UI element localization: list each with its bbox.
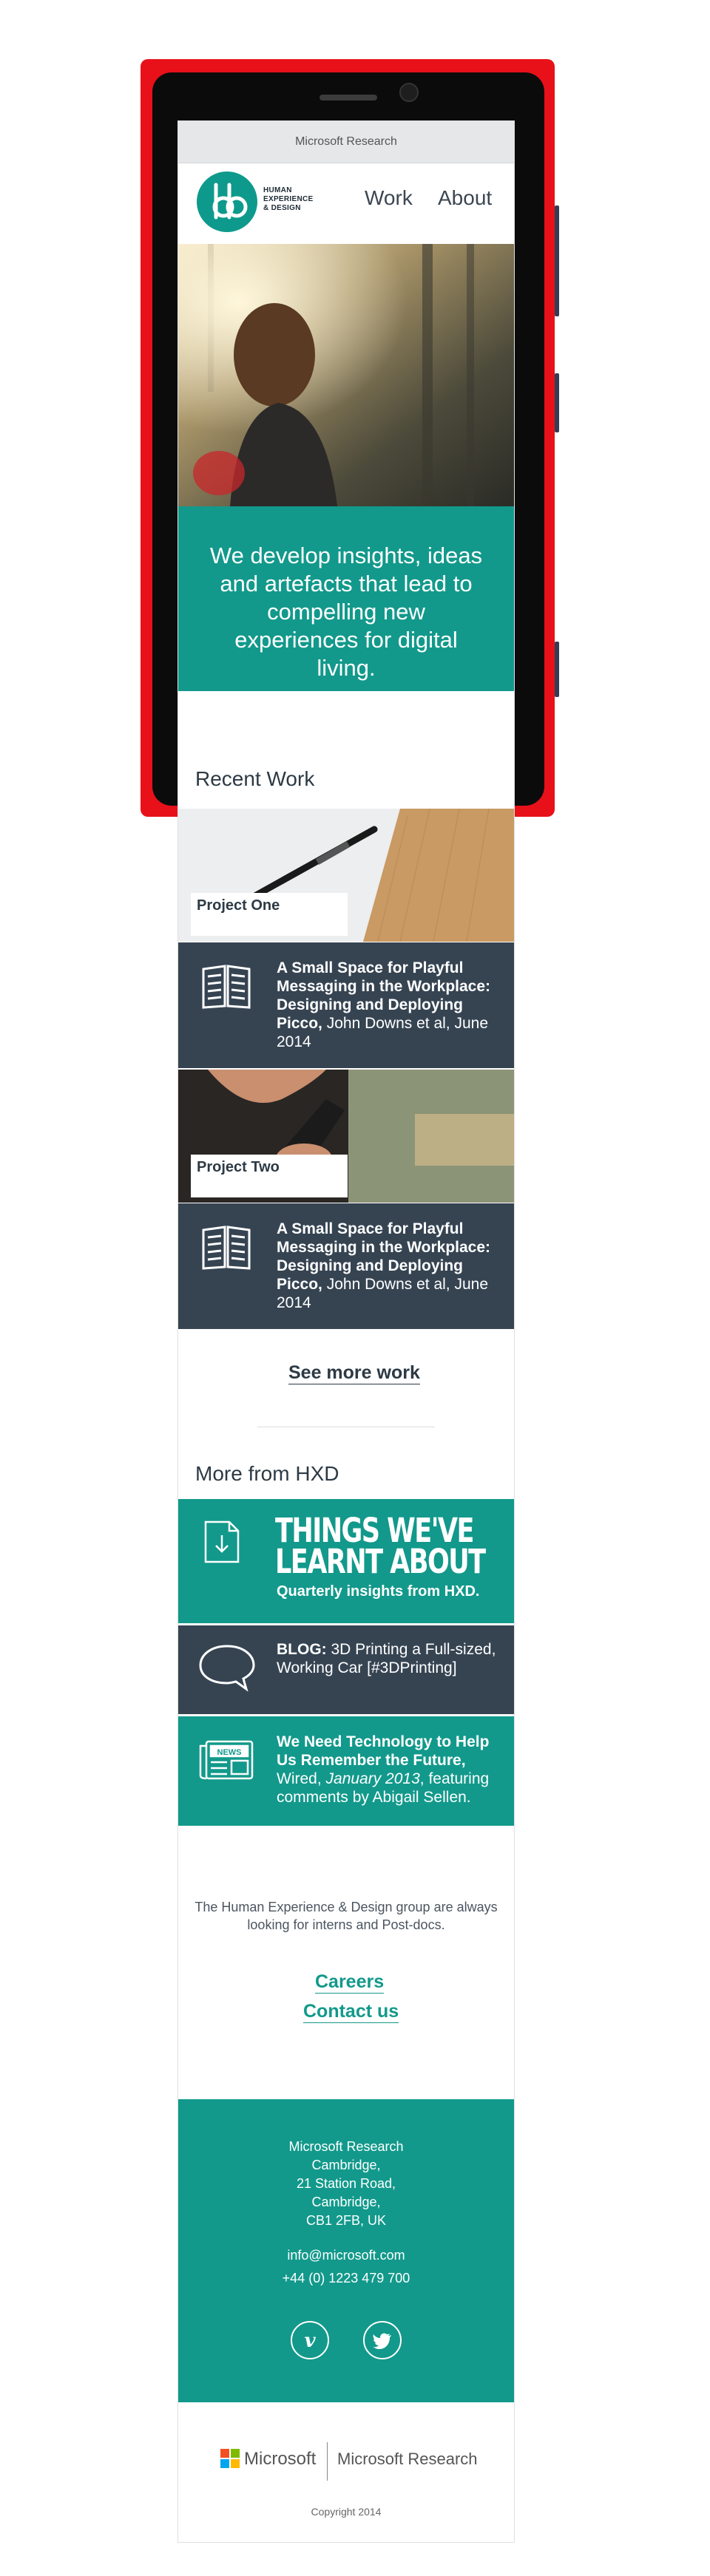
nav-work[interactable]: Work [365,186,413,210]
news-text: We Need Technology to Help Us Remember t… [277,1733,498,1807]
phone-speaker [320,95,377,101]
book-icon [200,963,252,1013]
project-two-paper-card[interactable]: A Small Space for Playful Messaging in t… [178,1203,514,1329]
microsoft-logo-icon[interactable] [220,2449,240,2472]
more-from-hxd-title: More from HXD [195,1462,339,1485]
phone-volume-button [555,205,559,316]
twitter-icon[interactable] [363,2321,402,2359]
project-one-paper-card[interactable]: A Small Space for Playful Messaging in t… [178,942,514,1068]
footer-email[interactable]: info@microsoft.com [178,2246,514,2265]
see-more-work-link[interactable]: See more work [288,1362,420,1384]
footer-address: Microsoft Research Cambridge, 21 Station… [288,2139,404,2228]
recent-work-title: Recent Work [195,767,315,790]
news-date: January 2013 [325,1770,420,1787]
project-two-paper-text: A Small Space for Playful Messaging in t… [277,1220,498,1312]
hero-image [178,244,514,506]
things-learnt-title: THINGS WE'VE LEARNT ABOUT [275,1511,486,1581]
project-one-label[interactable]: Project One [191,893,348,936]
project-two-label[interactable]: Project Two [191,1155,348,1197]
project-one-paper-text: A Small Space for Playful Messaging in t… [277,959,498,1051]
phone-camera [399,83,419,102]
nav-about[interactable]: About [438,186,492,210]
newspaper-icon: NEWS [197,1739,255,1785]
copyright: Copyright 2014 [311,2506,382,2518]
speech-bubble-icon [196,1642,258,1697]
news-title: We Need Technology to Help Us Remember t… [277,1733,490,1769]
phone-power-button [555,373,559,432]
news-card[interactable]: NEWS We Need Technology to Help Us Remem… [178,1716,514,1826]
microsoft-research-wordmark[interactable]: Microsoft Research [337,2450,478,2469]
news-source: Wired, [277,1770,326,1787]
phone-camera-button [555,642,559,697]
browser-title-bar: Microsoft Research [178,121,514,163]
news-badge: NEWS [217,1748,242,1757]
logo-text: HUMAN EXPERIENCE & DESIGN [263,186,314,212]
blog-card[interactable]: BLOG: 3D Printing a Full-sized, Working … [178,1625,514,1714]
hxd-logo-icon[interactable] [197,171,257,232]
hero-tagline: We develop insights, ideas and artefacts… [178,506,514,691]
things-learnt-subtitle: Quarterly insights from HXD. [277,1583,480,1600]
footer-phone: +44 (0) 1223 479 700 [282,2271,410,2286]
blog-text: BLOG: 3D Printing a Full-sized, Working … [277,1640,498,1677]
recruiting-note: The Human Experience & Design group are … [195,1900,498,1932]
download-icon [203,1519,241,1569]
branding-separator [327,2442,328,2481]
contact-us-link[interactable]: Contact us [303,2000,399,2023]
microsoft-wordmark[interactable]: Microsoft [244,2449,316,2470]
blog-label: BLOG: [277,1641,327,1658]
footer: Microsoft Research Cambridge, 21 Station… [178,2099,514,2402]
svg-text:v: v [304,2330,316,2352]
careers-link[interactable]: Careers [315,1971,385,1994]
book-icon [200,1224,252,1274]
vimeo-icon[interactable]: v [291,2321,329,2359]
